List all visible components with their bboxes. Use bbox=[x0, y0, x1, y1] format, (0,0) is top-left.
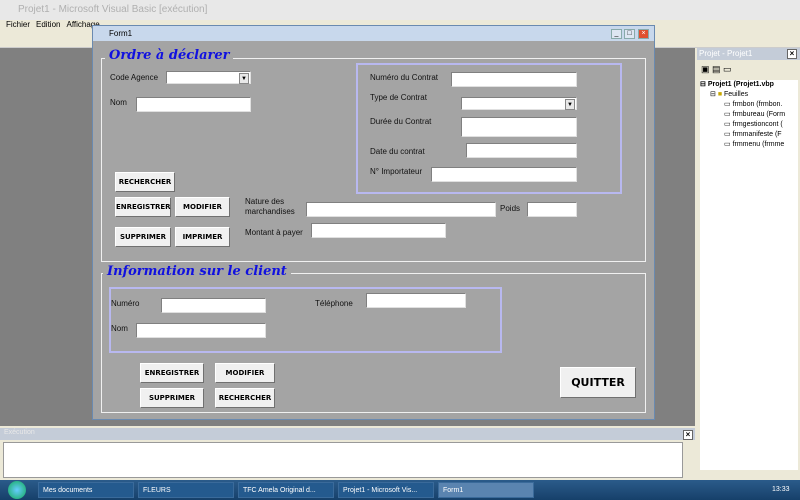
task-projet1[interactable]: Projet1 - Microsoft Vis... bbox=[338, 482, 434, 498]
ide-title-bar: Projet1 - Microsoft Visual Basic [exécut… bbox=[0, 0, 800, 20]
execution-pane: Exécution × bbox=[0, 428, 695, 480]
client-numero-label: Numéro bbox=[111, 299, 140, 308]
order-frame-title: Ordre à déclarer bbox=[105, 48, 234, 63]
close-button[interactable]: × bbox=[638, 29, 649, 39]
order-supprimer-button[interactable]: SUPPRIMER bbox=[115, 227, 171, 247]
client-frame-title: Information sur le client bbox=[103, 264, 291, 279]
order-imprimer-button[interactable]: IMPRIMER bbox=[175, 227, 230, 247]
task-form1[interactable]: Form1 bbox=[438, 482, 534, 498]
tree-folder[interactable]: ⊟ ■ Feuilles bbox=[700, 90, 798, 100]
montant-label: Montant à payer bbox=[245, 228, 303, 237]
nom-label: Nom bbox=[110, 98, 127, 107]
numero-contrat-label: Numéro du Contrat bbox=[370, 73, 439, 82]
client-rechercher-button[interactable]: RECHERCHER bbox=[215, 388, 275, 408]
code-agence-label: Code Agence bbox=[110, 73, 159, 82]
client-supprimer-button[interactable]: SUPPRIMER bbox=[140, 388, 204, 408]
date-contrat-input[interactable] bbox=[466, 143, 577, 158]
client-numero-input[interactable] bbox=[161, 298, 266, 313]
minimize-button[interactable]: _ bbox=[611, 29, 622, 39]
chevron-down-icon[interactable]: ▼ bbox=[565, 99, 575, 110]
telephone-label: Téléphone bbox=[315, 299, 353, 308]
project-explorer: Projet - Projet1 × ▣ ▤ ▭ ⊟ Projet1 (Proj… bbox=[697, 48, 800, 480]
tree-item[interactable]: ▭ frmbon (frmbon. bbox=[700, 100, 798, 110]
montant-input[interactable] bbox=[311, 223, 446, 238]
nature-label: Nature des marchandises bbox=[245, 197, 295, 216]
poids-input[interactable] bbox=[527, 202, 577, 217]
close-icon[interactable]: × bbox=[683, 430, 693, 440]
poids-label: Poids bbox=[500, 204, 521, 213]
nom-input[interactable] bbox=[136, 97, 251, 112]
tree-item[interactable]: ▭ frmmenu (frmme bbox=[700, 140, 798, 150]
view-object-icon[interactable]: ▣ ▤ ▭ bbox=[701, 64, 732, 75]
nature-input[interactable] bbox=[306, 202, 496, 217]
taskbar: Mes documents FLEURS TFC Amela Original … bbox=[0, 480, 800, 500]
maximize-button[interactable]: □ bbox=[624, 29, 635, 39]
type-contrat-select[interactable]: ▼ bbox=[461, 97, 577, 110]
type-contrat-label: Type de Contrat bbox=[370, 93, 427, 102]
project-tree: ⊟ Projet1 (Projet1.vbp ⊟ ■ Feuilles ▭ fr… bbox=[700, 80, 798, 470]
client-nom-label: Nom bbox=[111, 324, 128, 333]
clock: 13:33 bbox=[772, 486, 790, 493]
tree-project[interactable]: ⊟ Projet1 (Projet1.vbp bbox=[700, 80, 798, 90]
tree-item[interactable]: ▭ frmmanifeste (F bbox=[700, 130, 798, 140]
task-mes-documents[interactable]: Mes documents bbox=[38, 482, 134, 498]
start-button[interactable] bbox=[8, 481, 26, 499]
duree-contrat-label: Durée du Contrat bbox=[370, 117, 432, 126]
form1-window: Form1 _ □ × Ordre à déclarer Code Agence… bbox=[92, 25, 655, 420]
duree-contrat-input[interactable] bbox=[461, 117, 577, 137]
menu-fichier[interactable]: Fichier bbox=[6, 20, 30, 29]
close-icon[interactable]: × bbox=[787, 49, 797, 59]
task-tfc[interactable]: TFC Amela Original d... bbox=[238, 482, 334, 498]
numero-contrat-input[interactable] bbox=[451, 72, 577, 87]
order-modifier-button[interactable]: MODIFIER bbox=[175, 197, 230, 217]
date-contrat-label: Date du contrat bbox=[370, 147, 425, 156]
tree-item[interactable]: ▭ frmgestioncont ( bbox=[700, 120, 798, 130]
importateur-label: N° Importateur bbox=[370, 167, 423, 176]
code-agence-select[interactable]: ▼ bbox=[166, 71, 251, 84]
chevron-down-icon[interactable]: ▼ bbox=[239, 73, 249, 84]
client-nom-input[interactable] bbox=[136, 323, 266, 338]
client-modifier-button[interactable]: MODIFIER bbox=[215, 363, 275, 383]
tree-item[interactable]: ▭ frmbureau (Form bbox=[700, 110, 798, 120]
menu-edition[interactable]: Edition bbox=[36, 20, 60, 29]
order-enregistrer-button[interactable]: ENREGISTRER bbox=[115, 197, 171, 217]
telephone-input[interactable] bbox=[366, 293, 466, 308]
order-rechercher-button[interactable]: RECHERCHER bbox=[115, 172, 175, 192]
form-title-bar: Form1 bbox=[93, 26, 654, 41]
quitter-button[interactable]: QUITTER bbox=[560, 367, 636, 398]
execution-input[interactable] bbox=[3, 442, 683, 478]
execution-title: Exécution bbox=[0, 428, 695, 440]
project-title: Projet - Projet1 bbox=[697, 48, 800, 60]
importateur-input[interactable] bbox=[431, 167, 577, 182]
client-enregistrer-button[interactable]: ENREGISTRER bbox=[140, 363, 204, 383]
task-fleurs[interactable]: FLEURS bbox=[138, 482, 234, 498]
